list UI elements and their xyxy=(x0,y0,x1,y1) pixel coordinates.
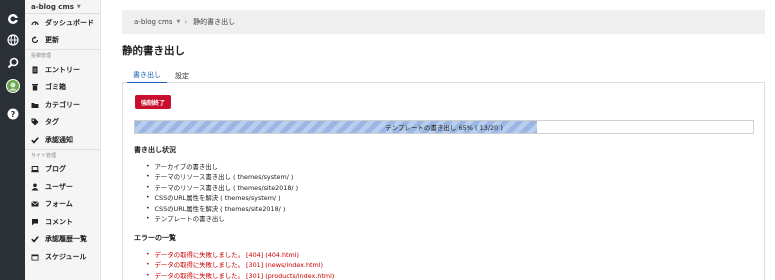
help-icon[interactable]: ? xyxy=(5,106,20,121)
chevron-down-icon[interactable]: ▼ xyxy=(176,19,180,25)
list-item: CSSのURL属性を解決 ( themes/site2018/ ) xyxy=(146,203,298,214)
sidebar-item-label: 承認履歴一覧 xyxy=(45,235,87,244)
search-icon[interactable] xyxy=(5,55,20,70)
sidebar-item-approval-history[interactable]: 承認履歴一覧 xyxy=(25,231,100,249)
sidebar-item-label: ユーザー xyxy=(45,182,73,191)
status-list: アーカイブの書き出し テーマのリソース書き出し ( themes/system/… xyxy=(146,161,299,225)
folder-icon xyxy=(31,101,39,109)
sidebar-item-label: ダッシュボード xyxy=(45,18,94,27)
sidebar-item-trash[interactable]: ゴミ箱 xyxy=(25,79,100,97)
a-blog-logo-icon[interactable] xyxy=(5,11,20,26)
check-icon xyxy=(31,235,39,243)
list-item: アーカイブの書き出し xyxy=(146,161,298,172)
sidebar-item-comments[interactable]: コメント xyxy=(25,213,100,231)
tab-bar: 書き出し 設定 xyxy=(122,68,765,83)
calendar-icon xyxy=(31,253,39,261)
list-item: データの取得に失敗しました。 [301] (news/index.html) xyxy=(146,260,334,271)
refresh-icon xyxy=(31,36,39,44)
progress-bar: テンプレートの書き出し 65% ( 13/20 ) xyxy=(134,120,754,134)
dashboard-icon xyxy=(31,19,39,27)
errors-heading: エラーの一覧 xyxy=(134,234,176,242)
sidebar-item-label: タグ xyxy=(45,118,59,127)
tag-icon xyxy=(31,118,39,126)
tab-export[interactable]: 書き出し xyxy=(127,68,167,83)
breadcrumb: a-blog cms ▼ › 静的書き出し xyxy=(122,10,765,34)
sidebar-item-tags[interactable]: タグ xyxy=(25,114,100,132)
list-item: テンプレートの書き出し xyxy=(146,214,298,225)
globe-icon[interactable] xyxy=(5,32,20,47)
list-item: CSSのURL属性を解決 ( themes/system/ ) xyxy=(146,193,298,204)
sidebar-item-label: スケジュール xyxy=(45,252,87,261)
icon-rail: ? xyxy=(0,0,25,280)
mail-icon xyxy=(31,200,39,208)
sidebar-item-label: 更新 xyxy=(45,36,59,45)
sidebar-item-update[interactable]: 更新 xyxy=(25,32,100,50)
laptop-icon xyxy=(31,165,39,173)
section-label-posts: 投稿管理 xyxy=(25,49,100,61)
list-item: データの取得に失敗しました。 [301] (products/index.htm… xyxy=(146,270,335,280)
tab-settings[interactable]: 設定 xyxy=(169,68,195,83)
progress-label: テンプレートの書き出し 65% ( 13/20 ) xyxy=(385,124,503,132)
sidebar-item-users[interactable]: ユーザー xyxy=(25,178,100,196)
sidebar-item-label: カテゴリー xyxy=(45,100,80,109)
site-name: a-blog cms xyxy=(31,2,74,11)
sidebar-item-label: ゴミ箱 xyxy=(45,83,66,92)
sidebar-item-approval-notice[interactable]: 承認通知 xyxy=(25,131,100,149)
sidebar-item-schedule[interactable]: スケジュール xyxy=(25,248,100,266)
list-item: テーマのリソース書き出し ( themes/system/ ) xyxy=(146,172,298,183)
sidebar-item-label: コメント xyxy=(45,217,73,226)
site-switcher[interactable]: a-blog cms ▼ xyxy=(25,0,100,14)
sidebar-item-categories[interactable]: カテゴリー xyxy=(25,96,100,114)
chevron-right-icon: › xyxy=(184,18,188,26)
sidebar-item-label: エントリー xyxy=(45,65,80,74)
sidebar-item-entries[interactable]: エントリー xyxy=(25,61,100,79)
admin-sidebar: a-blog cms ▼ ダッシュボード 更新 投稿管理 エントリー ゴミ箱 カテ… xyxy=(25,0,101,280)
breadcrumb-current: 静的書き出し xyxy=(193,18,236,26)
section-label-site: サイト管理 xyxy=(25,148,100,161)
list-item: テーマのリソース書き出し ( themes/site2018/ ) xyxy=(146,182,299,193)
sidebar-item-label: フォーム xyxy=(45,200,73,209)
document-icon xyxy=(31,66,39,74)
list-item: データの取得に失敗しました。 [404] (404.html) xyxy=(146,249,334,260)
status-heading: 書き出し状況 xyxy=(134,146,176,154)
sidebar-item-label: 承認通知 xyxy=(45,135,73,144)
avatar[interactable] xyxy=(5,78,20,93)
svg-text:?: ? xyxy=(10,110,15,119)
sidebar-item-blog[interactable]: ブログ xyxy=(25,161,100,179)
force-stop-button[interactable]: 強制終了 xyxy=(135,95,172,109)
breadcrumb-root[interactable]: a-blog cms xyxy=(134,18,172,26)
error-list: データの取得に失敗しました。 [404] (404.html) データの取得に失… xyxy=(146,249,335,280)
sidebar-item-label: ブログ xyxy=(45,165,66,174)
sidebar-item-forms[interactable]: フォーム xyxy=(25,196,100,214)
sidebar-item-dashboard[interactable]: ダッシュボード xyxy=(25,14,100,32)
comment-icon xyxy=(31,218,39,226)
check-icon xyxy=(31,136,39,144)
page-title: 静的書き出し xyxy=(122,45,185,57)
trash-icon xyxy=(31,83,39,91)
user-icon xyxy=(31,183,39,191)
chevron-down-icon: ▼ xyxy=(76,3,81,10)
